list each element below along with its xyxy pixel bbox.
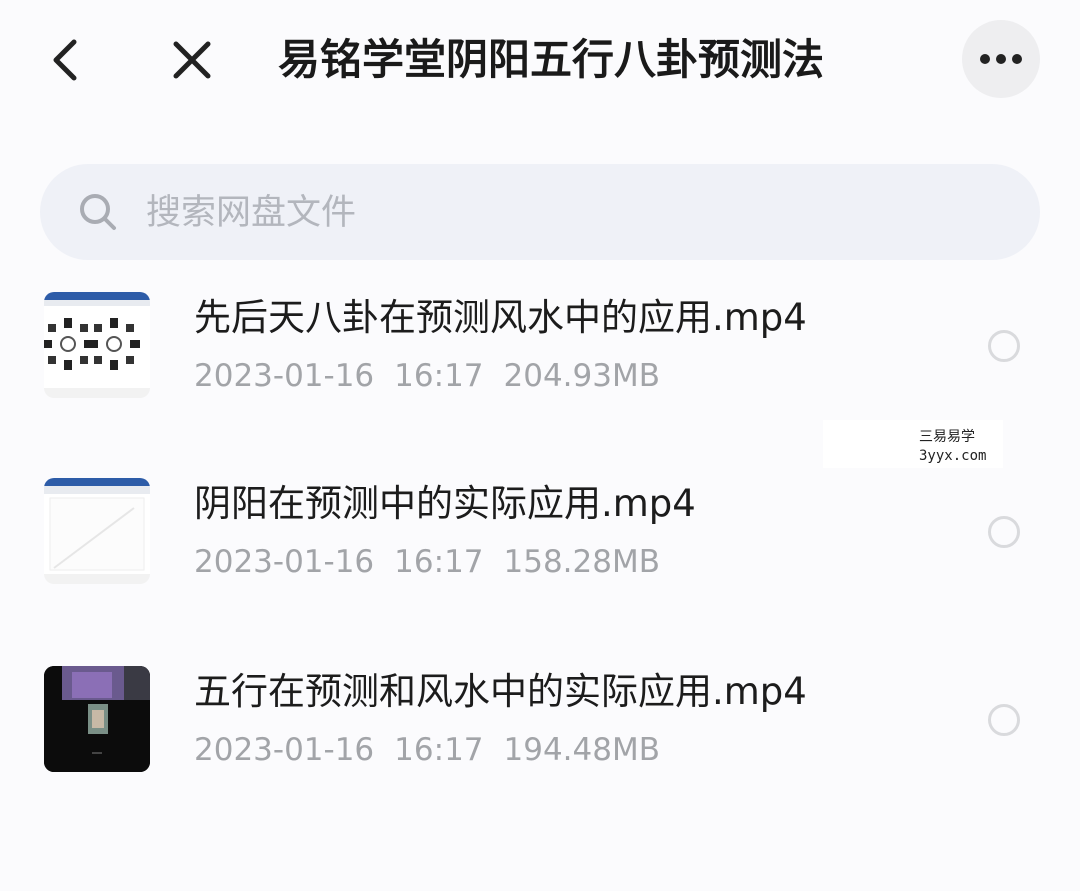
page-title: 易铭学堂阴阳五行八卦预测法: [278, 35, 825, 84]
file-thumbnail: [44, 666, 150, 772]
file-date: 2023-01-16: [194, 732, 375, 768]
file-time: 16:17: [394, 544, 484, 580]
watermark-text: 三易易学: [919, 429, 975, 445]
close-icon: [173, 41, 211, 79]
file-date: 2023-01-16: [194, 544, 375, 580]
file-date: 2023-01-16: [194, 358, 375, 394]
file-time: 16:17: [394, 732, 484, 768]
file-item[interactable]: 阴阳在预测中的实际应用.mp4 2023-01-16 16:17 158.28MB: [0, 456, 1080, 606]
file-time: 16:17: [394, 358, 484, 394]
file-thumbnail: [44, 292, 150, 398]
document-screenshot-icon: [44, 292, 150, 398]
watermark-url: 3yyx.com: [919, 448, 987, 464]
document-screenshot-icon: [44, 478, 150, 584]
close-button[interactable]: [166, 34, 218, 86]
file-item[interactable]: 五行在预测和风水中的实际应用.mp4 2023-01-16 16:17 194.48…: [0, 644, 1080, 794]
select-radio[interactable]: [988, 516, 1020, 548]
file-thumbnail: [44, 478, 150, 584]
watermark: 三易易学 3yyx.com: [823, 420, 1003, 468]
more-button[interactable]: [962, 20, 1040, 98]
file-meta: 2023-01-16 16:17 158.28MB: [194, 540, 680, 584]
search-bar[interactable]: [40, 164, 1040, 260]
chevron-left-icon: [53, 39, 77, 81]
back-button[interactable]: [40, 34, 92, 86]
file-size: 204.93MB: [503, 358, 660, 394]
search-input[interactable]: [144, 182, 1008, 244]
file-name: 先后天八卦在预测风水中的应用.mp4: [194, 296, 807, 339]
file-name: 五行在预测和风水中的实际应用.mp4: [194, 670, 807, 713]
search-icon: [80, 194, 116, 230]
file-size: 194.48MB: [503, 732, 660, 768]
file-size: 158.28MB: [503, 544, 660, 580]
file-meta: 2023-01-16 16:17 194.48MB: [194, 728, 680, 772]
file-name: 阴阳在预测中的实际应用.mp4: [194, 482, 696, 525]
more-horizontal-icon: [980, 54, 1022, 64]
video-frame-icon: [44, 666, 150, 772]
file-meta: 2023-01-16 16:17 204.93MB: [194, 354, 680, 398]
top-bar: 易铭学堂阴阳五行八卦预测法: [0, 0, 1080, 120]
select-radio[interactable]: [988, 704, 1020, 736]
select-radio[interactable]: [988, 330, 1020, 362]
file-item[interactable]: 先后天八卦在预测风水中的应用.mp4 2023-01-16 16:17 204.93…: [0, 270, 1080, 420]
